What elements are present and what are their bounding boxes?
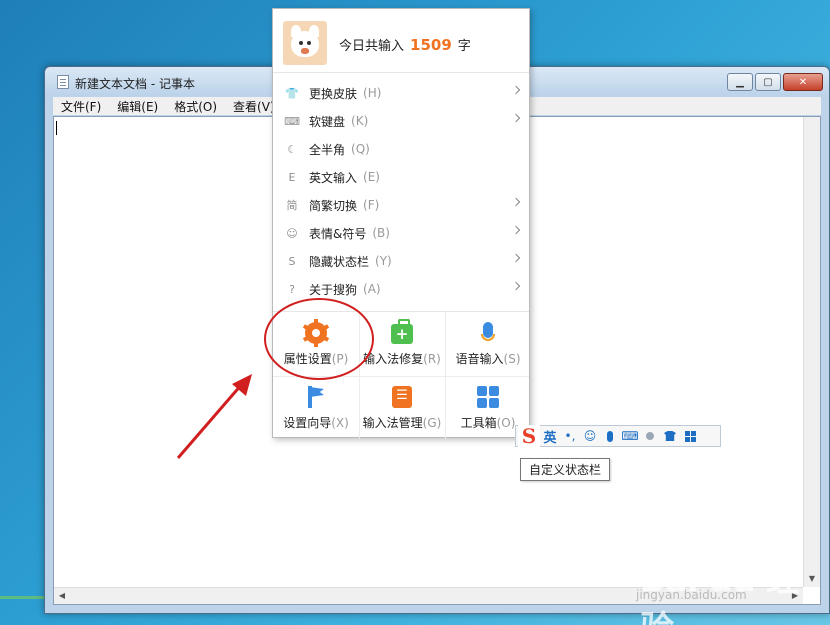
menu-item-label: 表情&符号 [309,226,367,241]
microphone-icon [477,322,499,344]
menu-item-0[interactable]: 👕 更换皮肤 (H) [273,79,529,107]
menu-item-2[interactable]: ☾ 全半角 (Q) [273,135,529,163]
manager-icon [391,386,413,408]
smiley-icon: ☺ [286,226,298,240]
ime-manager-button[interactable]: 输入法管理(G) [359,376,445,440]
menu-list: 👕 更换皮肤 (H) ⌨ 软键盘 (K) ☾ 全半角 (Q) E 英文输入 (E) 简简繁切换 (F) ☺ 表… [273,79,529,303]
menu-item-shortcut: (Y) [375,254,392,268]
flag-icon [305,386,327,408]
maximize-button[interactable]: ▢ [755,73,781,91]
menu-item-label: 关于搜狗 [309,282,358,297]
menu-edit[interactable]: 编辑(E) [109,98,166,115]
baidu-watermark-url: jingyan.baidu.com [636,588,747,602]
menu-item-label: 更换皮肤 [309,86,358,101]
status-tooltip: 自定义状态栏 [520,458,611,481]
menu-format[interactable]: 格式(O) [166,98,225,115]
english-e-icon: E [288,170,296,184]
voice-input-button[interactable]: 语音输入(S) [445,312,531,376]
keyboard-icon: ⌨ [284,114,300,128]
menu-item-shortcut: (H) [363,86,382,100]
today-input-count: 今日共输入 1509 字 [339,36,471,54]
chevron-right-icon [511,281,521,291]
user-icon[interactable] [640,426,660,446]
menu-item-1[interactable]: ⌨ 软键盘 (K) [273,107,529,135]
sogou-logo-icon[interactable]: S [518,424,540,448]
notepad-icon [57,75,69,89]
menu-header: 今日共输入 1509 字 [273,9,529,73]
menu-item-4[interactable]: 简简繁切换 (F) [273,191,529,219]
menu-item-label: 隐藏状态栏 [309,254,370,269]
punctuation-toggle-icon[interactable]: •, [560,426,580,446]
repair-kit-icon [391,319,413,344]
moon-icon: ☾ [287,142,297,156]
emoji-icon[interactable]: ☺ [580,426,600,446]
menu-item-shortcut: (B) [372,226,390,240]
skin-tshirt-icon[interactable] [660,426,680,446]
menu-item-3[interactable]: E 英文输入 (E) [273,163,529,191]
close-button[interactable]: ✕ [783,73,823,91]
sogou-status-bar[interactable]: S 英 •, ☺ ⌨ [515,424,721,448]
text-caret [56,121,57,135]
menu-item-label: 全半角 [309,142,346,157]
jian-icon: 简 [286,199,298,212]
menu-item-label: 软键盘 [309,114,346,129]
chevron-right-icon [511,253,521,263]
chevron-right-icon [511,197,521,207]
menu-item-shortcut: (E) [363,170,380,184]
chevron-right-icon [511,85,521,95]
menu-item-label: 简繁切换 [309,198,358,213]
menu-item-5[interactable]: ☺ 表情&符号 (B) [273,219,529,247]
menu-item-shortcut: (K) [351,114,369,128]
chevron-right-icon [511,225,521,235]
menu-file[interactable]: 文件(F) [53,98,109,115]
menu-item-shortcut: (Q) [351,142,370,156]
menu-item-6[interactable]: S 隐藏状态栏 (Y) [273,247,529,275]
minimize-button[interactable]: ▁ [727,73,753,91]
question-icon: ? [289,282,295,296]
status-mic-icon[interactable] [600,426,620,446]
menu-item-label: 英文输入 [309,170,358,185]
toolbox-icon[interactable] [680,426,700,446]
toolbox-grid-icon [477,386,499,408]
menu-item-shortcut: (A) [363,282,381,296]
tshirt-icon: 👕 [285,86,299,100]
status-keyboard-icon[interactable]: ⌨ [620,426,640,446]
hide-status-icon: S [288,254,296,268]
english-mode-toggle[interactable]: 英 [540,426,560,446]
input-count-number: 1509 [410,36,452,54]
chevron-right-icon [511,113,521,123]
annotation-circle [264,298,374,380]
scroll-left-icon[interactable]: ◀ [54,588,70,604]
annotation-arrow [176,374,252,459]
setup-wizard-button[interactable]: 设置向导(X) [273,376,359,440]
vertical-scrollbar[interactable]: ▼ [803,117,820,587]
menu-item-shortcut: (F) [363,198,380,212]
sogou-mascot-avatar [283,21,327,65]
window-title: 新建文本文档 - 记事本 [75,77,195,91]
